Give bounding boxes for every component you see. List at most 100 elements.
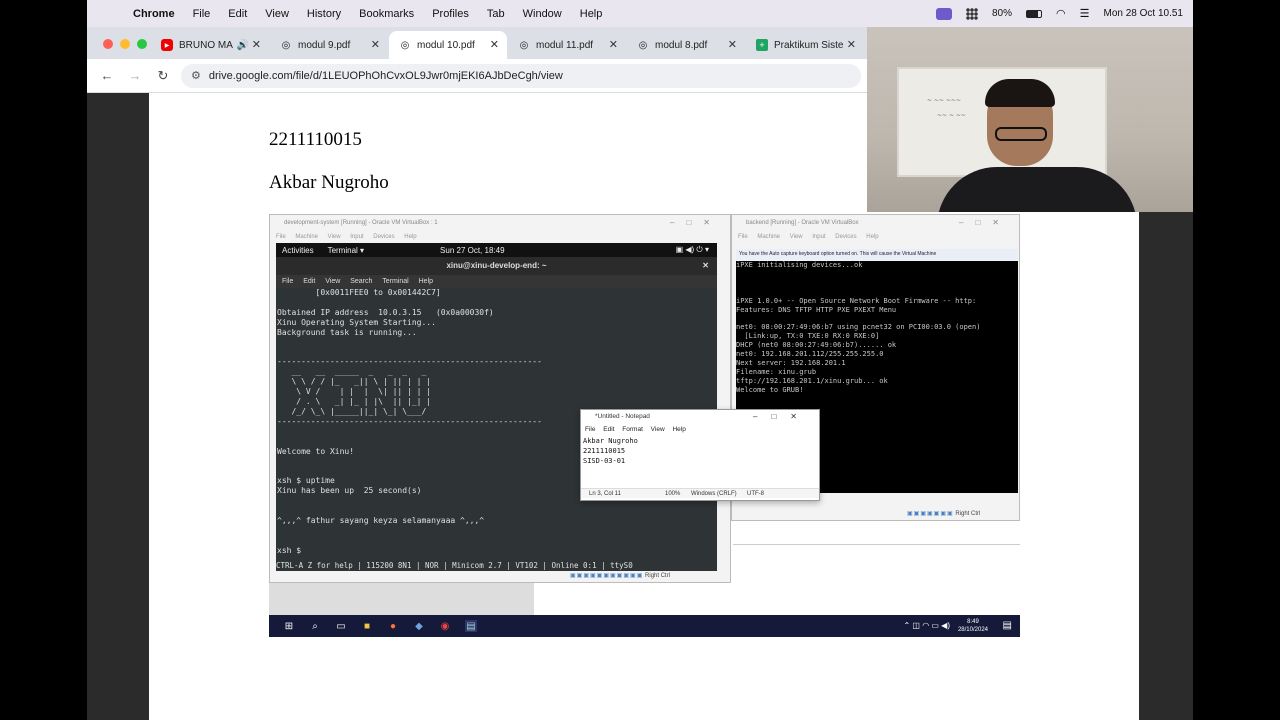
- close-tab-icon[interactable]: ✕: [847, 38, 856, 51]
- vbox-title: development-system [Running] - Oracle VM…: [270, 215, 730, 231]
- file-explorer-icon[interactable]: ■: [361, 620, 373, 632]
- app-icon[interactable]: ◉: [439, 620, 451, 632]
- tab-label: BRUNO MA: [179, 39, 233, 51]
- firefox-icon[interactable]: ●: [387, 620, 399, 632]
- minimize-window-button[interactable]: [120, 39, 130, 49]
- keyboard-capture-notice: You have the Auto capture keyboard optio…: [736, 249, 1018, 260]
- window-controls[interactable]: –□✕: [959, 215, 1011, 231]
- zoom-level: 100%: [665, 491, 681, 497]
- tab-modul-9[interactable]: ◎ modul 9.pdf ✕: [270, 31, 388, 59]
- menu-profiles[interactable]: Profiles: [432, 8, 469, 20]
- menu-file[interactable]: File: [193, 8, 211, 20]
- drive-icon: ◎: [281, 39, 291, 51]
- task-view-icon[interactable]: ▭: [335, 620, 347, 632]
- screen-share-icon[interactable]: [936, 7, 952, 20]
- menu-edit[interactable]: Edit: [228, 8, 247, 20]
- tab-modul-8[interactable]: ◎ modul 8.pdf ✕: [627, 31, 745, 59]
- host-key-label: Right Ctrl: [955, 511, 981, 517]
- vbox-status-bar: ▣▣▣▣▣▣▣▣▣▣▣ Right Ctrl: [570, 572, 670, 579]
- desktop-background: [269, 579, 534, 615]
- terminal-menu[interactable]: File Edit View Search Terminal Help: [276, 275, 717, 288]
- menu-app-chrome[interactable]: Chrome: [133, 8, 175, 20]
- menu-history[interactable]: History: [307, 8, 341, 20]
- address-bar[interactable]: ⚙ drive.google.com/file/d/1LEUOPhOhCvxOL…: [181, 63, 861, 88]
- tab-praktikum[interactable]: + Praktikum Siste ✕: [746, 31, 864, 59]
- notepad-icon[interactable]: ▤: [465, 620, 477, 632]
- audio-playing-icon[interactable]: 🔊: [237, 40, 249, 51]
- menu-view[interactable]: View: [265, 8, 289, 20]
- encoding: UTF-8: [747, 491, 764, 497]
- macos-menubar: Chrome File Edit View History Bookmarks …: [87, 0, 1193, 27]
- control-center-icon[interactable]: ☰: [1080, 7, 1090, 20]
- host-key-label: Right Ctrl: [645, 573, 671, 579]
- notepad-title: *Untitled - Notepad –□✕: [581, 410, 819, 424]
- person-hair: [985, 79, 1055, 107]
- browser-toolbar: ← → ↻ ⚙ drive.google.com/file/d/1LEUOPhO…: [87, 59, 867, 93]
- drive-icon: ◎: [400, 39, 410, 51]
- gnome-clock[interactable]: Sun 27 Oct, 18:49: [440, 246, 505, 255]
- notepad-status-bar: Ln 3, Col 11 100% Windows (CRLF) UTF-8: [581, 488, 819, 498]
- wifi-icon[interactable]: ◠: [1056, 7, 1066, 20]
- vbox-device-icons[interactable]: ▣▣▣▣▣▣▣▣▣▣▣: [570, 573, 643, 579]
- tab-modul-10[interactable]: ◎ modul 10.pdf ✕: [389, 31, 507, 59]
- notification-icon[interactable]: ▤: [1003, 620, 1012, 631]
- system-tray-icons[interactable]: ▣ ◀) ⏻ ▾: [676, 245, 709, 255]
- tab-label: modul 11.pdf: [536, 39, 594, 51]
- taskbar-clock[interactable]: 8:49 28/10/2024: [958, 618, 988, 634]
- vbox-menu[interactable]: File Machine View Input Devices Help: [732, 231, 1019, 243]
- zoom-window-button[interactable]: [137, 39, 147, 49]
- tab-label: modul 10.pdf: [417, 39, 475, 51]
- notepad-menu[interactable]: File Edit Format View Help: [581, 424, 819, 436]
- ipxe-boot-output[interactable]: iPXE initialising devices...ok iPXE 1.0.…: [736, 261, 1018, 395]
- student-id-text: 2211110015: [269, 129, 362, 150]
- terminal-app-menu[interactable]: Terminal ▾: [328, 246, 364, 255]
- close-tab-icon[interactable]: ✕: [252, 38, 261, 51]
- menu-bookmarks[interactable]: Bookmarks: [359, 8, 414, 20]
- tab-modul-11[interactable]: ◎ modul 11.pdf ✕: [508, 31, 626, 59]
- back-arrow-icon[interactable]: ←: [99, 68, 115, 83]
- search-icon[interactable]: ⌕: [309, 620, 321, 632]
- forward-arrow-icon[interactable]: →: [127, 68, 143, 83]
- menu-tab[interactable]: Tab: [487, 8, 505, 20]
- virtualbox-icon[interactable]: ◆: [413, 620, 425, 632]
- close-tab-icon[interactable]: ✕: [490, 38, 499, 51]
- vbox-title-text: development-system [Running] - Oracle VM…: [284, 220, 438, 226]
- activities-button[interactable]: Activities: [282, 246, 314, 255]
- vbox-device-icons[interactable]: ▣▣▣▣▣▣▣: [907, 511, 954, 517]
- close-tab-icon[interactable]: ✕: [728, 38, 737, 51]
- tab-youtube[interactable]: ▶ BRUNO MA 🔊 ✕: [151, 31, 269, 59]
- control-grid-icon[interactable]: [966, 7, 978, 20]
- notepad-text-area[interactable]: Akbar Nugroho 2211110015 SISD-03-01: [581, 436, 819, 488]
- tab-label: modul 9.pdf: [298, 39, 351, 51]
- embedded-screenshot: development-system [Running] - Oracle VM…: [269, 214, 1020, 637]
- vbox-menu[interactable]: File Machine View Input Devices Help: [270, 231, 730, 243]
- drive-icon: ◎: [519, 39, 529, 51]
- close-tab-icon[interactable]: ✕: [371, 38, 380, 51]
- site-info-icon[interactable]: ⚙: [191, 69, 201, 82]
- line-ending: Windows (CRLF): [691, 491, 737, 497]
- menu-help[interactable]: Help: [580, 8, 603, 20]
- menubar-clock[interactable]: Mon 28 Oct 10.51: [1104, 8, 1184, 19]
- whiteboard-writing: ~~ ~ ~~: [937, 112, 966, 119]
- close-window-button[interactable]: [103, 39, 113, 49]
- tab-label: modul 8.pdf: [655, 39, 708, 51]
- window-controls[interactable]: –□✕: [753, 410, 811, 424]
- taskbar-time: 8:49: [967, 619, 979, 625]
- tray-icons[interactable]: ⌃ ◫ ◠ ▭ ◀): [903, 621, 950, 630]
- gnome-top-bar: Activities Terminal ▾ Sun 27 Oct, 18:49 …: [276, 243, 717, 257]
- battery-icon[interactable]: [1026, 9, 1043, 18]
- reload-icon[interactable]: ↻: [155, 68, 171, 84]
- vbox-title: backend [Running] - Oracle VM VirtualBox…: [732, 215, 1019, 231]
- close-icon[interactable]: ✕: [702, 257, 709, 275]
- window-controls[interactable]: –□✕: [670, 215, 722, 231]
- window-controls: [103, 39, 147, 49]
- drive-icon: ◎: [638, 39, 648, 51]
- notepad-window: *Untitled - Notepad –□✕ File Edit Format…: [580, 409, 820, 501]
- whiteboard-writing: ~ ~~ ~~~: [927, 97, 961, 104]
- close-tab-icon[interactable]: ✕: [609, 38, 618, 51]
- menu-window[interactable]: Window: [523, 8, 562, 20]
- start-icon[interactable]: ⊞: [283, 620, 295, 632]
- person-glasses: [995, 127, 1047, 141]
- terminal-title-text: xinu@xinu-develop-end: ~: [446, 261, 547, 270]
- cursor-position: Ln 3, Col 11: [589, 491, 621, 497]
